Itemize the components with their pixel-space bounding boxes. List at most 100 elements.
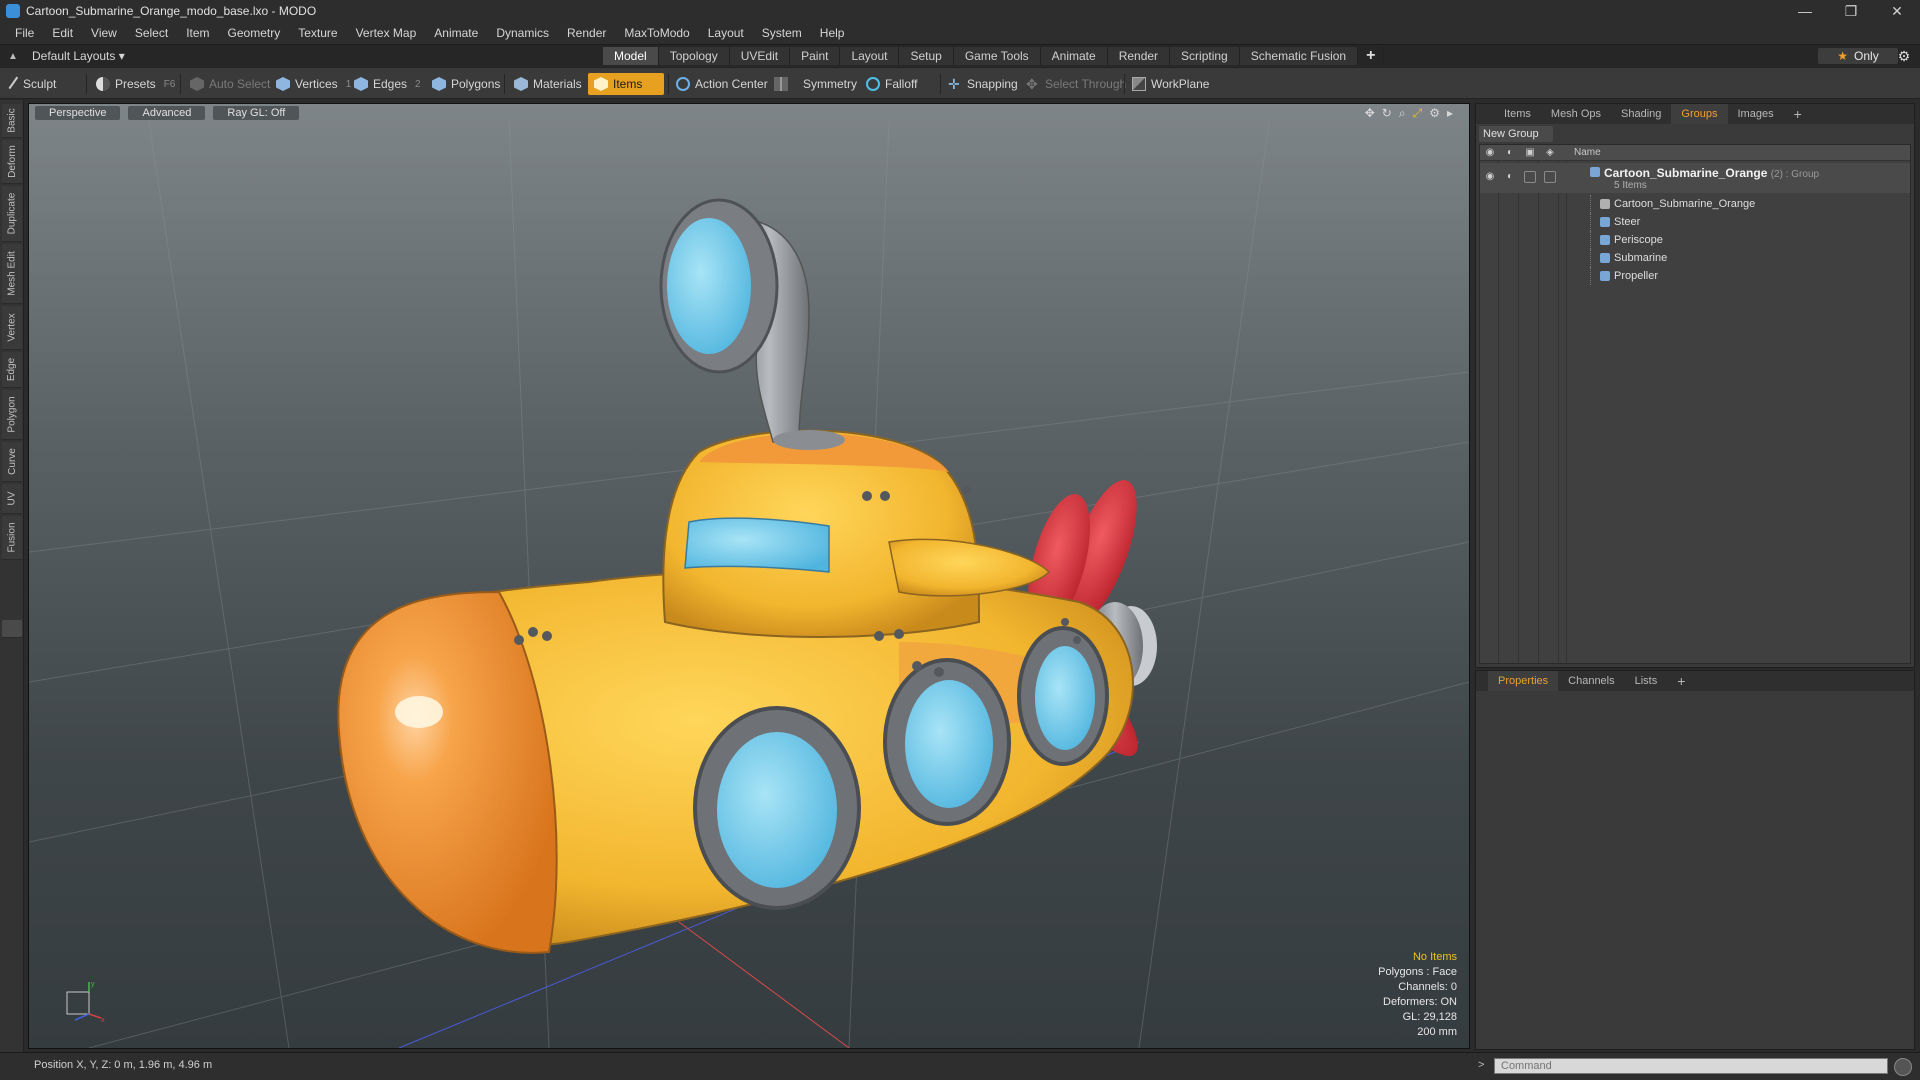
3d-viewport[interactable]: Perspective Advanced Ray GL: Off ✥ ↻ ⌕ ⤢…	[28, 103, 1470, 1049]
pan-icon[interactable]: ✥	[1365, 106, 1375, 121]
vtab-vertex[interactable]: Vertex	[2, 306, 22, 350]
falloff-button[interactable]: Falloff	[860, 73, 923, 95]
window-title: Cartoon_Submarine_Orange_modo_base.lxo -…	[26, 4, 317, 18]
tab-items[interactable]: Items	[1494, 104, 1541, 124]
menu-select[interactable]: Select	[126, 26, 177, 40]
vtab-uv[interactable]: UV	[2, 484, 22, 514]
menu-vertex-map[interactable]: Vertex Map	[347, 26, 426, 40]
menu-texture[interactable]: Texture	[289, 26, 346, 40]
group-item-row[interactable]: Periscope	[1480, 231, 1910, 249]
only-button[interactable]: ★ Only	[1818, 48, 1898, 64]
vtab-curve[interactable]: Curve	[2, 442, 22, 482]
tab-paint[interactable]: Paint	[790, 47, 841, 65]
vtab-edge[interactable]: Edge	[2, 352, 22, 388]
panel-toggle-icon[interactable]	[2, 620, 22, 638]
tab-lists[interactable]: Lists	[1625, 671, 1668, 691]
tab-animate[interactable]: Animate	[1040, 47, 1108, 65]
auto-select-button[interactable]: Auto Select	[184, 73, 276, 95]
tab-schematic-fusion[interactable]: Schematic Fusion	[1239, 47, 1359, 65]
presets-button[interactable]: Presets F6	[90, 73, 181, 95]
tab-scripting[interactable]: Scripting	[1170, 47, 1240, 65]
add-properties-tab-icon[interactable]: +	[1667, 671, 1695, 691]
rotate-icon[interactable]: ↻	[1382, 106, 1392, 121]
vtab-mesh-edit[interactable]: Mesh Edit	[2, 244, 22, 304]
menu-geometry[interactable]: Geometry	[219, 26, 290, 40]
root-lock-toggle[interactable]	[1524, 171, 1536, 183]
vtab-deform[interactable]: Deform	[2, 140, 22, 184]
symmetry-button[interactable]: Symmetry	[768, 73, 863, 95]
tab-images[interactable]: Images	[1728, 104, 1784, 124]
minimize-icon[interactable]: —	[1782, 0, 1828, 22]
edges-button[interactable]: Edges 2	[348, 73, 427, 95]
items-icon	[594, 77, 608, 91]
command-history-icon[interactable]	[1894, 1058, 1912, 1076]
tab-channels[interactable]: Channels	[1558, 671, 1624, 691]
render-icon[interactable]: ◐	[1504, 147, 1516, 159]
select-through-button[interactable]: ✥ Select Through	[1020, 73, 1132, 95]
restore-icon[interactable]: ❐	[1828, 0, 1874, 22]
close-icon[interactable]: ✕	[1874, 0, 1920, 22]
group-item-row[interactable]: Propeller	[1480, 267, 1910, 285]
vtab-polygon[interactable]: Polygon	[2, 390, 22, 440]
menu-view[interactable]: View	[82, 26, 126, 40]
menu-system[interactable]: System	[753, 26, 811, 40]
tab-setup[interactable]: Setup	[899, 47, 954, 65]
tab-model[interactable]: Model	[603, 47, 659, 65]
zoom-icon[interactable]: ⌕	[1399, 106, 1406, 121]
menu-animate[interactable]: Animate	[425, 26, 487, 40]
group-root-row[interactable]: ◉ ◐ Cartoon_Submarine_Orange (2) : Group…	[1480, 163, 1910, 193]
tab-mesh-ops[interactable]: Mesh Ops	[1541, 104, 1611, 124]
command-input[interactable]	[1494, 1058, 1888, 1074]
properties-panel: Properties Channels Lists +	[1475, 670, 1915, 1050]
tab-game-tools[interactable]: Game Tools	[953, 47, 1041, 65]
snapping-button[interactable]: ✛ Snapping	[942, 73, 1024, 95]
tab-groups[interactable]: Groups	[1671, 104, 1728, 124]
group-item-row[interactable]: Steer	[1480, 213, 1910, 231]
menu-item[interactable]: Item	[177, 26, 218, 40]
menu-dynamics[interactable]: Dynamics	[487, 26, 558, 40]
polygons-button[interactable]: Polygons	[426, 73, 506, 95]
group-item-row[interactable]: Cartoon_Submarine_Orange	[1480, 195, 1910, 213]
tab-layout[interactable]: Layout	[840, 47, 900, 65]
tab-uvedit[interactable]: UVEdit	[729, 47, 791, 65]
symmetry-icon	[774, 77, 788, 91]
group-item-row[interactable]: Submarine	[1480, 249, 1910, 267]
root-eye-icon[interactable]: ◉	[1484, 171, 1496, 183]
items-button[interactable]: Items	[588, 73, 664, 95]
vtab-duplicate[interactable]: Duplicate	[2, 186, 22, 242]
sculpt-button[interactable]: Sculpt	[6, 73, 62, 95]
menu-help[interactable]: Help	[811, 26, 854, 40]
viewport-menu-arrow-icon[interactable]: ▸	[1447, 106, 1453, 121]
raygl-dropdown[interactable]: Ray GL: Off	[213, 106, 300, 120]
lock-icon[interactable]: ▣	[1524, 147, 1536, 159]
root-render-icon[interactable]: ◐	[1504, 171, 1516, 183]
menu-layout[interactable]: Layout	[699, 26, 753, 40]
fit-icon[interactable]: ⤢	[1413, 106, 1423, 121]
layout-selector[interactable]: ▲ Default Layouts ▾	[8, 48, 125, 64]
menu-maxtomodo[interactable]: MaxToModo	[615, 26, 698, 40]
root-select-toggle[interactable]	[1544, 171, 1556, 183]
vtab-fusion[interactable]: Fusion	[2, 516, 22, 560]
workplane-button[interactable]: WorkPlane	[1126, 73, 1215, 95]
menu-edit[interactable]: Edit	[43, 26, 82, 40]
add-tab-icon[interactable]: +	[1358, 47, 1385, 65]
materials-button[interactable]: Materials	[508, 73, 588, 95]
tab-topology[interactable]: Topology	[658, 47, 730, 65]
viewport-settings-icon[interactable]: ⚙	[1429, 106, 1440, 121]
vertices-button[interactable]: Vertices 1	[270, 73, 357, 95]
action-center-button[interactable]: Action Center	[670, 73, 774, 95]
select-icon[interactable]: ◈	[1544, 147, 1556, 159]
vtab-basic[interactable]: Basic	[2, 104, 22, 138]
gear-icon[interactable]: ⚙	[1894, 48, 1914, 64]
shading-dropdown[interactable]: Advanced	[128, 106, 206, 120]
tab-render[interactable]: Render	[1107, 47, 1171, 65]
tab-properties[interactable]: Properties	[1488, 671, 1559, 691]
visibility-eye-icon[interactable]: ◉	[1484, 147, 1496, 159]
title-bar: Cartoon_Submarine_Orange_modo_base.lxo -…	[0, 0, 1920, 22]
new-group-button[interactable]: New Group	[1479, 126, 1553, 142]
menu-render[interactable]: Render	[558, 26, 615, 40]
add-panel-tab-icon[interactable]: +	[1784, 104, 1812, 124]
tab-shading[interactable]: Shading	[1611, 104, 1671, 124]
menu-file[interactable]: File	[6, 26, 43, 40]
view-mode-dropdown[interactable]: Perspective	[35, 106, 121, 120]
